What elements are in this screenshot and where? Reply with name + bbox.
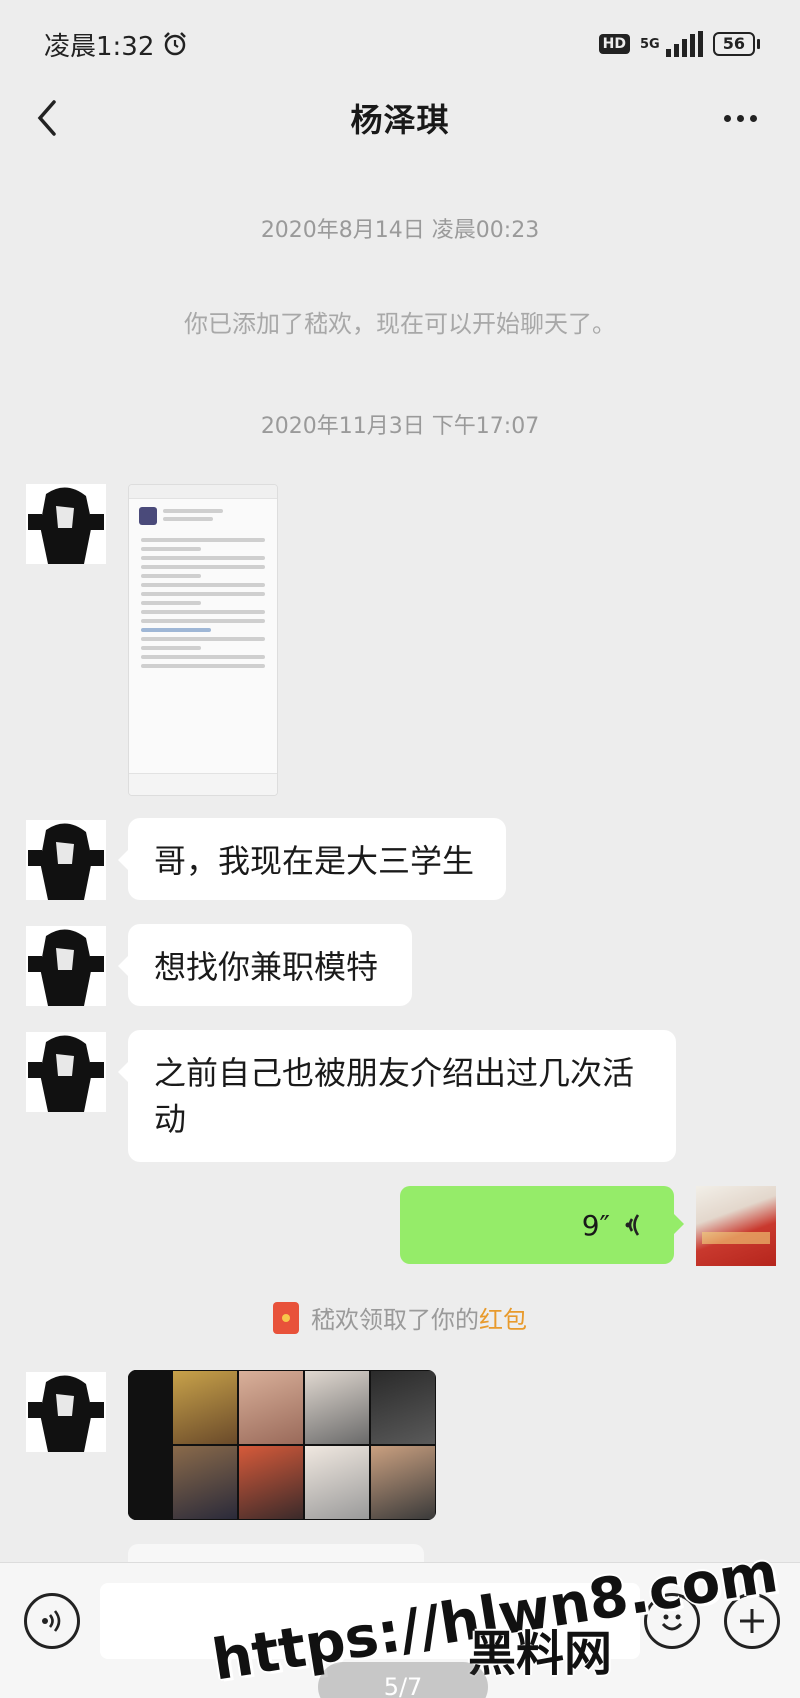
timestamp: 2020年11月3日 下午17:07 (260, 414, 540, 439)
avatar[interactable] (26, 820, 106, 900)
hd-badge: HD (598, 34, 631, 54)
redpacket-notice: 嵇欢领取了你的红包 (0, 1300, 800, 1335)
signal-icon (665, 31, 703, 57)
watermark-text: 黑料网 (467, 1626, 612, 1682)
redpacket-text: 嵇欢领取了你的 (311, 1306, 479, 1334)
watermark: https://hlwn8.com 黑料网 (208, 1540, 782, 1694)
avatar[interactable] (26, 484, 106, 564)
avatar[interactable] (26, 1372, 106, 1452)
self-avatar[interactable] (696, 1186, 776, 1266)
voice-input-icon[interactable] (24, 1593, 80, 1649)
status-bar: 凌晨1:32 HD 5G 56 (0, 0, 800, 88)
chat-header: 杨泽琪 (0, 88, 800, 148)
avatar[interactable] (26, 1032, 106, 1112)
battery-level: 56 (712, 32, 755, 56)
avatar[interactable] (26, 926, 106, 1006)
timestamp: 2020年8月14日 凌晨00:23 (260, 218, 540, 243)
network-type: 5G (640, 36, 660, 52)
status-time: 凌晨1:32 (44, 31, 155, 62)
message-bubble: 想找你兼职模特 (118, 924, 412, 1006)
voice-wave-icon (625, 1214, 640, 1236)
alarm-clock-icon (164, 32, 187, 56)
redpacket-link[interactable]: 红包 (479, 1306, 527, 1334)
more-dots-icon[interactable] (716, 96, 764, 140)
message-bubble: 之前自己也被朋友介绍出过几次活动 (118, 1030, 676, 1162)
message-bubble: 哥，我现在是大三学生 (118, 818, 506, 900)
chat-title: 杨泽琪 (350, 101, 450, 139)
system-message: 你已添加了嵇欢，现在可以开始聊天了。 (184, 310, 616, 338)
red-packet-icon (273, 1301, 299, 1334)
voice-duration: 9″ (581, 1208, 610, 1242)
image-message[interactable] (128, 484, 278, 796)
chevron-left-icon[interactable] (28, 96, 68, 140)
page-indicator: 5/7 (318, 1662, 488, 1698)
battery-icon: 56 (712, 32, 760, 56)
voice-message[interactable]: 9″ (400, 1186, 684, 1264)
image-message[interactable] (128, 1370, 436, 1520)
